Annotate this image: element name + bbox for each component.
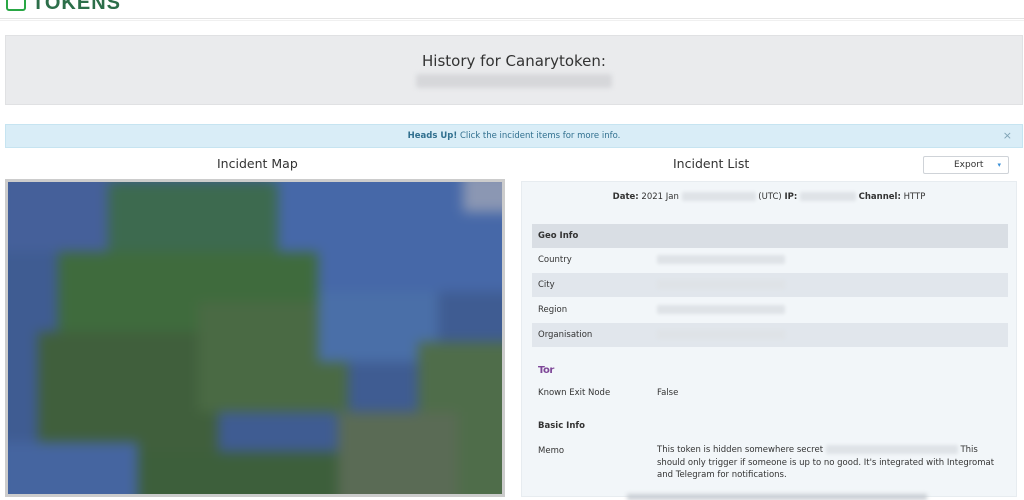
redacted-date [681,192,756,201]
alert-strong: Heads Up! [407,131,458,141]
top-navbar: TOKENS [0,0,1024,19]
known-exit-node-value: False [657,388,679,398]
site-logo[interactable]: TOKENS [6,0,121,15]
close-icon[interactable]: × [1003,125,1012,147]
channel-value: HTTP [903,192,926,202]
canary-logo-icon [6,0,26,11]
export-dropdown-button[interactable]: Export ▾ [923,156,1009,174]
chevron-down-icon: ▾ [997,161,1001,169]
incident-list-title: Incident List [673,156,750,171]
map-tiles [8,182,502,494]
country-label: Country [538,255,572,265]
redacted-row [627,494,927,500]
redacted-location [825,445,958,454]
organisation-label: Organisation [538,330,593,340]
country-value [657,248,785,272]
geo-info-label: Geo Info [538,231,579,241]
memo-value: This token is hidden somewhere secret Th… [657,445,995,480]
channel-label: Channel: [858,192,901,202]
tor-logo-icon: Tor [538,365,554,376]
city-label: City [538,280,555,290]
region-value [657,298,785,322]
redacted-ip [799,192,856,201]
geo-country-row: Country [532,248,1008,272]
date-value: 2021 Jan [641,192,679,202]
memo-label: Memo [538,446,565,456]
organisation-value [657,323,785,347]
info-alert: Heads Up! Click the incident items for m… [5,124,1023,148]
incident-summary-line[interactable]: Date: 2021 Jan (UTC) IP: Channel: HTTP [522,192,1016,202]
logo-text: TOKENS [32,0,121,14]
incident-map[interactable] [5,179,505,497]
ip-label: IP: [784,192,798,202]
divider [0,20,1024,21]
history-header: History for Canarytoken: [5,35,1023,105]
incident-list-panel[interactable]: Date: 2021 Jan (UTC) IP: Channel: HTTP G… [521,181,1017,500]
city-value [657,273,785,297]
basic-info-heading: Basic Info [538,421,585,431]
region-label: Region [538,305,568,315]
known-exit-node-label: Known Exit Node [538,388,611,398]
date-label: Date: [612,192,639,202]
utc-label: (UTC) [758,192,782,202]
incident-map-title: Incident Map [217,156,298,171]
geo-region-row: Region [532,298,1008,322]
redacted-token-id [416,74,612,88]
alert-text: Click the incident items for more info. [457,131,621,141]
geo-info-heading: Geo Info [532,224,1008,248]
page-title: History for Canarytoken: [422,52,606,70]
geo-org-row: Organisation [532,323,1008,347]
geo-city-row: City [532,273,1008,297]
export-label: Export [954,160,984,170]
